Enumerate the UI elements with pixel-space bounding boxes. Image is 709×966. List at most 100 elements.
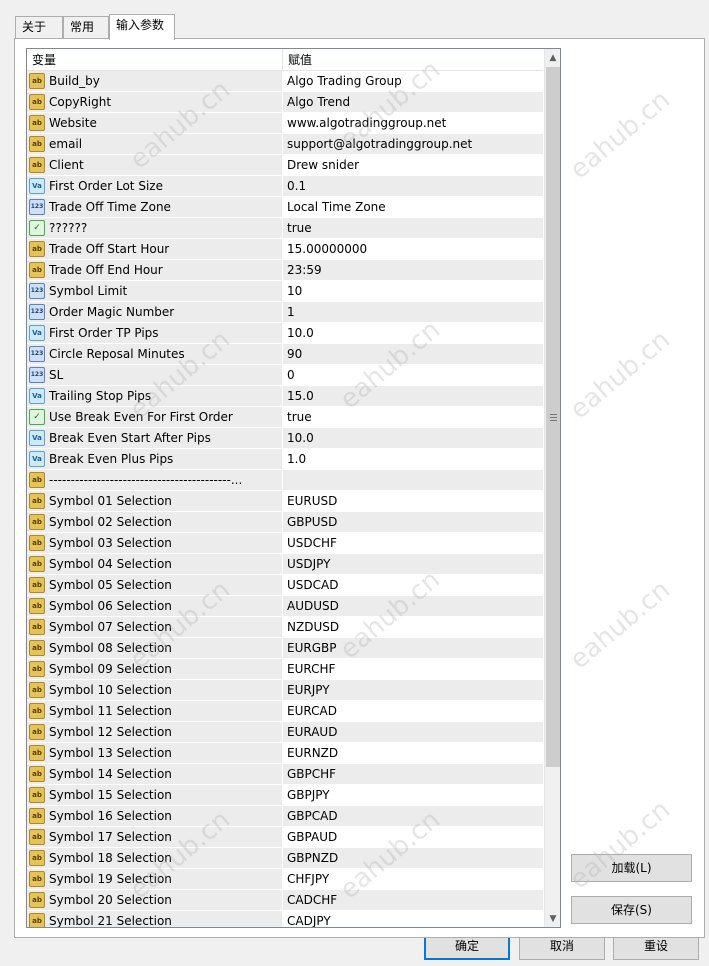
variable-cell[interactable]: ab Symbol 01 Selection (27, 491, 283, 511)
table-row[interactable]: ab Symbol 06 Selection AUDUSD (27, 596, 543, 617)
value-cell[interactable]: 15.00000000 (283, 239, 543, 259)
variable-cell[interactable]: ab Symbol 08 Selection (27, 638, 283, 658)
variable-cell[interactable]: Va Trailing Stop Pips (27, 386, 283, 406)
value-cell[interactable] (283, 470, 543, 490)
variable-cell[interactable]: ab Trade Off End Hour (27, 260, 283, 280)
tab-input-parameters[interactable]: 输入参数 (109, 14, 175, 40)
table-row[interactable]: ab Symbol 05 Selection USDCAD (27, 575, 543, 596)
variable-cell[interactable]: 123 Trade Off Time Zone (27, 197, 283, 217)
variable-cell[interactable]: ab Symbol 14 Selection (27, 764, 283, 784)
value-cell[interactable]: AUDUSD (283, 596, 543, 616)
value-cell[interactable]: true (283, 407, 543, 427)
table-row[interactable]: ✓ Use Break Even For First Order true (27, 407, 543, 428)
table-row[interactable]: ab Website www.algotradinggroup.net (27, 113, 543, 134)
value-cell[interactable]: 10 (283, 281, 543, 301)
table-row[interactable]: 123 SL 0 (27, 365, 543, 386)
value-cell[interactable]: EURAUD (283, 722, 543, 742)
scroll-thumb[interactable] (546, 67, 560, 767)
table-row[interactable]: 123 Trade Off Time Zone Local Time Zone (27, 197, 543, 218)
variable-cell[interactable]: ab Symbol 06 Selection (27, 596, 283, 616)
table-row[interactable]: ab Symbol 16 Selection GBPCAD (27, 806, 543, 827)
table-row[interactable]: 123 Circle Reposal Minutes 90 (27, 344, 543, 365)
table-row[interactable]: ab Symbol 20 Selection CADCHF (27, 890, 543, 911)
variable-cell[interactable]: 123 Order Magic Number (27, 302, 283, 322)
table-row[interactable]: ab Symbol 01 Selection EURUSD (27, 491, 543, 512)
table-row[interactable]: ab Symbol 07 Selection NZDUSD (27, 617, 543, 638)
table-row[interactable]: ab Client Drew snider (27, 155, 543, 176)
table-row[interactable]: Va First Order TP Pips 10.0 (27, 323, 543, 344)
table-row[interactable]: ab Symbol 13 Selection EURNZD (27, 743, 543, 764)
table-row[interactable]: ab Symbol 09 Selection EURCHF (27, 659, 543, 680)
variable-cell[interactable]: ab Symbol 03 Selection (27, 533, 283, 553)
variable-cell[interactable]: ab Symbol 11 Selection (27, 701, 283, 721)
value-cell[interactable]: USDCAD (283, 575, 543, 595)
value-cell[interactable]: Drew snider (283, 155, 543, 175)
table-row[interactable]: ab Symbol 19 Selection CHFJPY (27, 869, 543, 890)
value-cell[interactable]: CHFJPY (283, 869, 543, 889)
variable-cell[interactable]: ab email (27, 134, 283, 154)
value-cell[interactable]: EURNZD (283, 743, 543, 763)
variable-cell[interactable]: ab --------------------------------------… (27, 470, 283, 490)
value-cell[interactable]: GBPCAD (283, 806, 543, 826)
table-row[interactable]: ab Symbol 03 Selection USDCHF (27, 533, 543, 554)
value-cell[interactable]: Algo Trading Group (283, 71, 543, 91)
variable-cell[interactable]: ab Symbol 10 Selection (27, 680, 283, 700)
table-row[interactable]: ab Build_by Algo Trading Group (27, 71, 543, 92)
value-cell[interactable]: 0.1 (283, 176, 543, 196)
variable-cell[interactable]: ab Symbol 19 Selection (27, 869, 283, 889)
value-cell[interactable]: 15.0 (283, 386, 543, 406)
variable-cell[interactable]: Va Break Even Start After Pips (27, 428, 283, 448)
variable-cell[interactable]: ab Website (27, 113, 283, 133)
table-row[interactable]: ✓?????? true (27, 218, 543, 239)
table-row[interactable]: ab Symbol 17 Selection GBPAUD (27, 827, 543, 848)
tab-common[interactable]: 常用 (63, 16, 109, 38)
value-cell[interactable]: Local Time Zone (283, 197, 543, 217)
scroll-down-icon[interactable]: ▼ (545, 910, 560, 927)
variable-cell[interactable]: Va First Order Lot Size (27, 176, 283, 196)
value-cell[interactable]: EURUSD (283, 491, 543, 511)
table-row[interactable]: Va Break Even Plus Pips 1.0 (27, 449, 543, 470)
value-cell[interactable]: NZDUSD (283, 617, 543, 637)
value-cell[interactable]: USDJPY (283, 554, 543, 574)
value-cell[interactable]: GBPCHF (283, 764, 543, 784)
value-cell[interactable]: GBPNZD (283, 848, 543, 868)
variable-cell[interactable]: ab Symbol 17 Selection (27, 827, 283, 847)
save-button[interactable]: 保存(S) (571, 896, 692, 924)
value-cell[interactable]: true (283, 218, 543, 238)
table-row[interactable]: ab Symbol 11 Selection EURCAD (27, 701, 543, 722)
table-row[interactable]: ab Symbol 14 Selection GBPCHF (27, 764, 543, 785)
variable-cell[interactable]: ab Symbol 04 Selection (27, 554, 283, 574)
table-row[interactable]: ab Symbol 08 Selection EURGBP (27, 638, 543, 659)
value-cell[interactable]: www.algotradinggroup.net (283, 113, 543, 133)
value-cell[interactable]: 1.0 (283, 449, 543, 469)
table-row[interactable]: ab --------------------------------------… (27, 470, 543, 491)
table-row[interactable]: ab Symbol 15 Selection GBPJPY (27, 785, 543, 806)
table-row[interactable]: 123 Symbol Limit 10 (27, 281, 543, 302)
table-row[interactable]: ab CopyRight Algo Trend (27, 92, 543, 113)
vertical-scrollbar[interactable]: ▲ ▼ (544, 49, 560, 927)
table-row[interactable]: Va Break Even Start After Pips 10.0 (27, 428, 543, 449)
variable-cell[interactable]: ab Build_by (27, 71, 283, 91)
table-row[interactable]: ab Trade Off End Hour 23:59 (27, 260, 543, 281)
value-cell[interactable]: support@algotradinggroup.net (283, 134, 543, 154)
variable-cell[interactable]: ab Symbol 09 Selection (27, 659, 283, 679)
column-header-value[interactable]: 赋值 (283, 49, 543, 71)
value-cell[interactable]: Algo Trend (283, 92, 543, 112)
value-cell[interactable]: GBPJPY (283, 785, 543, 805)
variable-cell[interactable]: Va Break Even Plus Pips (27, 449, 283, 469)
variable-cell[interactable]: ab Symbol 15 Selection (27, 785, 283, 805)
table-row[interactable]: Va Trailing Stop Pips 15.0 (27, 386, 543, 407)
value-cell[interactable]: 1 (283, 302, 543, 322)
variable-cell[interactable]: ab Symbol 02 Selection (27, 512, 283, 532)
value-cell[interactable]: EURJPY (283, 680, 543, 700)
variable-cell[interactable]: ab Trade Off Start Hour (27, 239, 283, 259)
variable-cell[interactable]: ab CopyRight (27, 92, 283, 112)
variable-cell[interactable]: ab Symbol 20 Selection (27, 890, 283, 910)
tab-about[interactable]: 关于 (15, 16, 63, 38)
column-header-variable[interactable]: 变量 (27, 49, 283, 71)
variable-cell[interactable]: 123 SL (27, 365, 283, 385)
table-row[interactable]: ab Symbol 12 Selection EURAUD (27, 722, 543, 743)
variable-cell[interactable]: ✓ Use Break Even For First Order (27, 407, 283, 427)
value-cell[interactable]: EURCAD (283, 701, 543, 721)
variable-cell[interactable]: 123 Symbol Limit (27, 281, 283, 301)
